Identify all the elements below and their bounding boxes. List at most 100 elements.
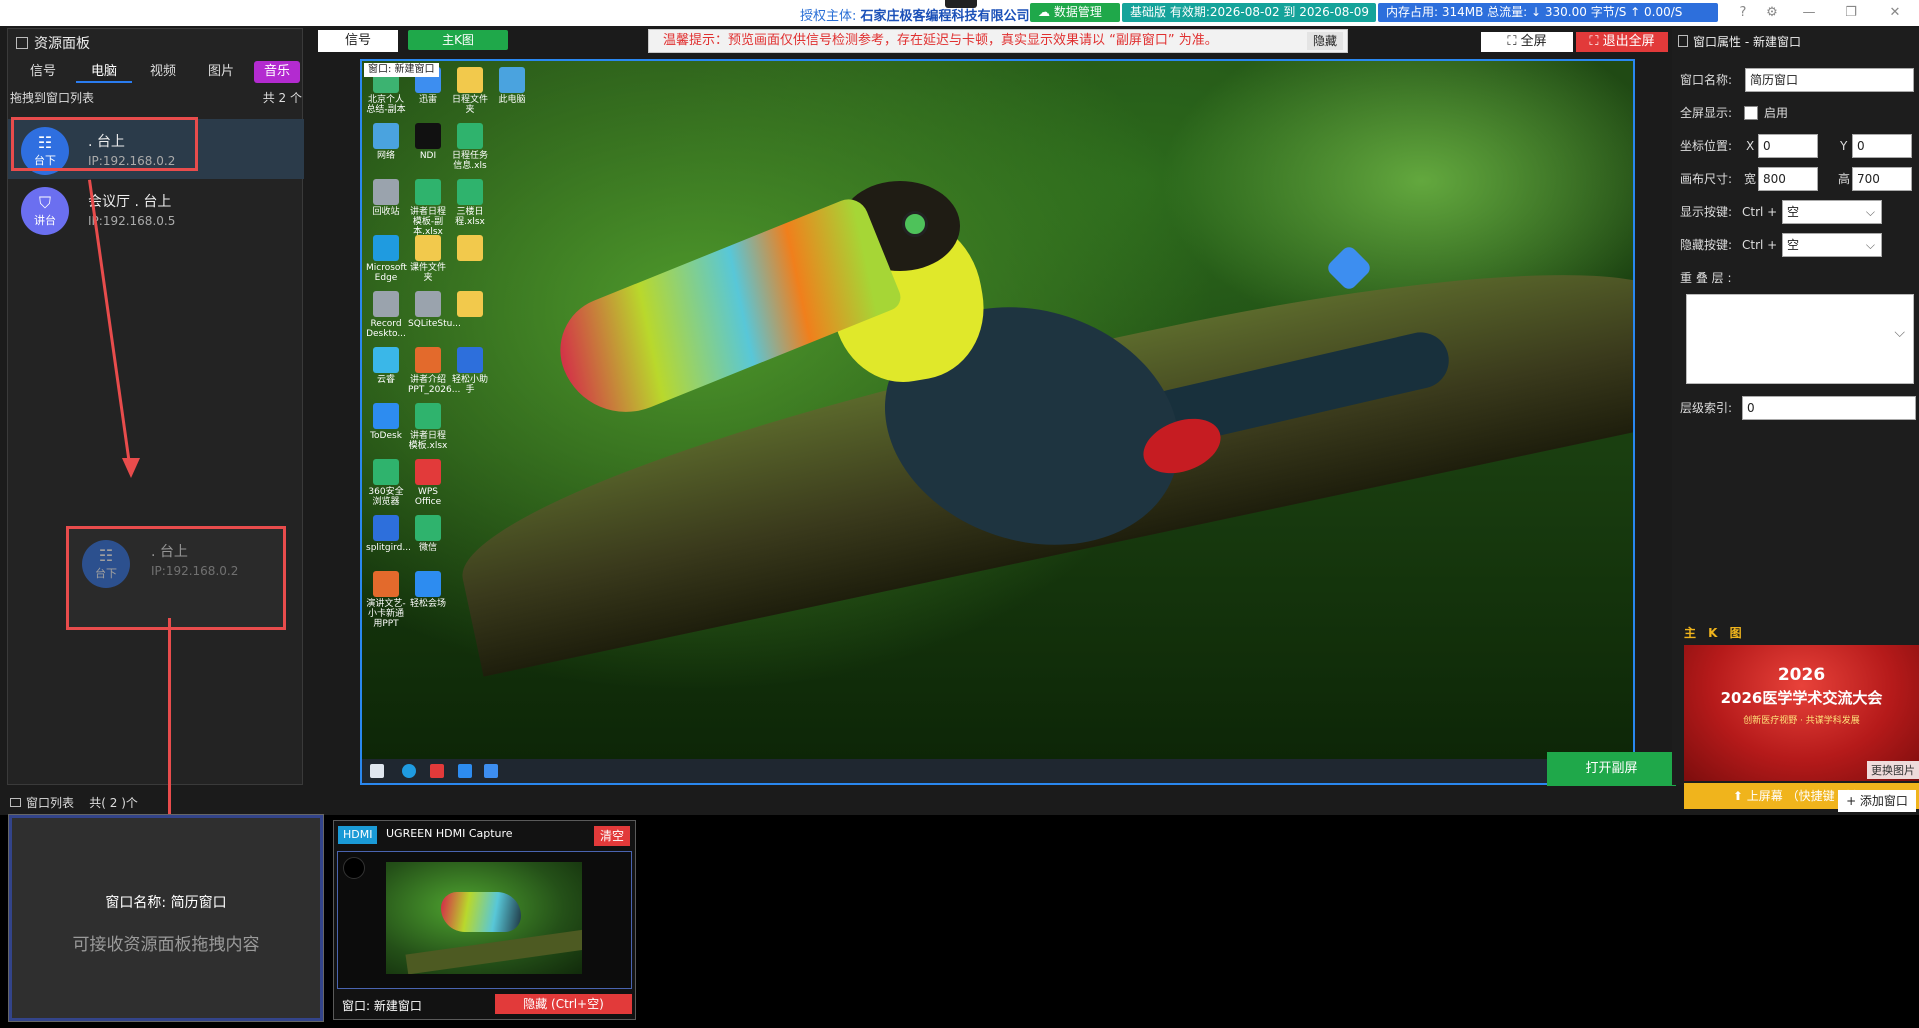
stats-badge: 内存占用: 314MB 总流量: ↓ 330.00 字节/S ↑ 0.00/S <box>1378 3 1718 22</box>
tab-music[interactable]: 音乐 <box>254 61 300 83</box>
restore-icon[interactable]: ❐ <box>1842 4 1860 22</box>
signal-button[interactable]: 信号 <box>318 30 398 52</box>
hide-key-select[interactable]: 空 <box>1782 233 1882 257</box>
hide-window-button[interactable]: 隐藏 (Ctrl+空) <box>495 994 632 1014</box>
desktop-icon-label: 微信 <box>418 543 437 553</box>
window-drop-card[interactable]: 窗口名称: 简历窗口 可接收资源面板拖拽内容 <box>8 814 324 1022</box>
desktop-icon[interactable]: 三楼日程.xlsx <box>450 179 490 227</box>
capture-device-name: UGREEN HDMI Capture <box>386 827 513 840</box>
desktop-icon-glyph <box>373 235 399 261</box>
desktop-icon[interactable]: 轻松小助手 <box>450 347 490 395</box>
resource-ip: IP:192.168.0.5 <box>88 214 176 228</box>
notice-text: 温馨提示：预览画面仅供信号检测参考，存在延迟与卡顿，真实显示效果请以 “副屏窗口… <box>663 33 1218 48</box>
desktop-icon[interactable]: Record Deskto... <box>366 291 406 339</box>
desktop-icon[interactable]: 演讲文艺-小卡新通用PPT <box>366 571 406 629</box>
tab-video[interactable]: 视频 <box>138 61 188 83</box>
data-management-button[interactable]: ☁ 数据管理 <box>1030 3 1120 22</box>
properties-icon <box>1678 35 1688 47</box>
kmap-button[interactable]: 主K图 <box>408 30 508 50</box>
desktop-icon-label: 课件文件夹 <box>409 263 446 283</box>
tab-computer[interactable]: 电脑 <box>76 61 132 83</box>
desktop-icon[interactable]: SQLiteStu... <box>408 291 461 329</box>
overlay-select[interactable] <box>1686 294 1914 384</box>
open-subscreen-button[interactable]: 打开副屏 <box>1547 752 1676 786</box>
height-input[interactable]: 700 <box>1852 167 1912 191</box>
desktop-icon-glyph <box>415 179 441 205</box>
desktop-icon-label: 此电脑 <box>498 95 526 105</box>
x-input[interactable]: 0 <box>1758 134 1818 158</box>
desktop-icon[interactable]: splitgird... <box>366 515 411 553</box>
grid-icon: ☷ <box>98 546 114 565</box>
signal-window-card[interactable]: HDMI UGREEN HDMI Capture 清空 窗口: 新建窗口 隐藏 … <box>333 820 636 1020</box>
desktop-icon-label: NDI <box>419 151 437 161</box>
resource-panel-title: 资源面板 <box>34 36 90 52</box>
fullscreen-button[interactable]: ⛶ 全屏 <box>1481 32 1573 52</box>
desktop-icon-glyph <box>415 403 441 429</box>
desktop-icon[interactable]: 讲者日程模板-副本.xlsx <box>408 179 448 237</box>
settings-icon[interactable]: ⚙ <box>1763 4 1781 22</box>
minimize-icon[interactable]: — <box>1800 4 1818 22</box>
properties-title: 窗口属性 - 新建窗口 <box>1693 35 1801 49</box>
add-window-button[interactable]: + 添加窗口 <box>1838 790 1916 812</box>
width-input[interactable]: 800 <box>1758 167 1818 191</box>
desktop-icon[interactable]: 网络 <box>366 123 406 161</box>
tab-image[interactable]: 图片 <box>196 61 246 83</box>
clear-button[interactable]: 清空 <box>593 826 630 846</box>
desktop-icon[interactable]: 日程文件夹 <box>450 67 490 115</box>
desktop-icon[interactable]: 讲者介绍PPT_2026... <box>408 347 460 395</box>
desktop-icon[interactable] <box>450 235 490 263</box>
window-list-label-group: 窗口列表 共( 2 )个 <box>10 794 138 811</box>
z-index-input[interactable]: 0 <box>1742 396 1916 420</box>
overlay-label: 重 叠 层 : <box>1680 271 1732 285</box>
fullscreen-checkbox[interactable] <box>1744 106 1758 120</box>
license-info: 授权主体: 石家庄极客编程科技有限公司 <box>800 5 1030 24</box>
desktop-icon-label: 日程文件夹 <box>451 95 488 115</box>
change-image-button[interactable]: 更换图片 <box>1867 761 1919 779</box>
ghost-avatar: ☷ 台下 <box>82 540 130 588</box>
desktop-icon[interactable]: 回收站 <box>366 179 406 217</box>
desktop-icon[interactable]: 课件文件夹 <box>408 235 448 283</box>
desktop-icon[interactable]: 此电脑 <box>492 67 532 105</box>
exit-fullscreen-button[interactable]: ⛶ 退出全屏 <box>1576 32 1668 52</box>
y-input[interactable]: 0 <box>1852 134 1912 158</box>
notice-hide-button[interactable]: 隐藏 <box>1306 32 1343 50</box>
desktop-icon[interactable]: 轻松会场 <box>408 571 448 609</box>
resource-panel: 资源面板 信号 电脑 视频 图片 音乐 拖拽到窗口列表 共 2 个 ☷ 台下 .… <box>7 28 304 785</box>
desktop-icon[interactable]: ToDesk <box>366 403 406 441</box>
drag-arrow-head <box>122 458 140 478</box>
drag-ghost-item: ☷ 台下 . 台上 IP:192.168.0.2 <box>66 526 286 630</box>
floating-app-icon[interactable] <box>1324 243 1374 293</box>
desktop-icon[interactable] <box>450 291 490 319</box>
show-key-select[interactable]: 空 <box>1782 200 1882 224</box>
edition-badge: 基础版 有效期:2026-08-02 到 2026-08-09 <box>1122 3 1376 22</box>
desktop-icon-glyph <box>457 235 483 261</box>
window-list-count: 共( 2 )个 <box>89 796 138 810</box>
window-name-input[interactable]: 简历窗口 <box>1745 68 1914 92</box>
close-icon[interactable]: ✕ <box>1886 4 1904 22</box>
desktop-icon[interactable]: 讲者日程模板.xlsx <box>408 403 448 451</box>
desktop-icon[interactable]: 日程任务信息.xls <box>450 123 490 171</box>
thumb-branch <box>405 929 582 974</box>
desktop-icon[interactable]: 云睿 <box>366 347 406 385</box>
desktop-icon-glyph <box>373 123 399 149</box>
preview-toolbar: 信号 主K图 温馨提示：预览画面仅供信号检测参考，存在延迟与卡顿，真实显示效果请… <box>318 28 1668 54</box>
desktop-icon-label: 360安全浏览器 <box>368 487 404 507</box>
tab-signal[interactable]: 信号 <box>18 61 68 83</box>
panel-icon <box>16 37 28 49</box>
desktop-icon-glyph <box>373 291 399 317</box>
desktop-icon[interactable]: 360安全浏览器 <box>366 459 406 507</box>
help-icon[interactable]: ? <box>1734 4 1752 22</box>
ghost-avatar-badge: 台下 <box>95 567 117 580</box>
desktop-icon[interactable]: NDI <box>408 123 448 161</box>
desktop-icon-label: WPS Office <box>414 487 442 507</box>
desktop-icon[interactable]: WPS Office <box>408 459 448 507</box>
window-card-name: 窗口名称: 简历窗口 <box>105 895 227 911</box>
wps-icon <box>430 764 444 778</box>
resource-item[interactable]: ⛉ 讲台 会议厅 . 台上 IP:192.168.0.5 <box>8 179 304 239</box>
desktop-icon[interactable]: Microsoft Edge <box>366 235 407 283</box>
desktop-icon[interactable]: 微信 <box>408 515 448 553</box>
preview-screen[interactable]: 北京个人总结-副本 迅雷 日程文件夹 此电脑 网络 NDI 日程任务信息.xls 回收站 讲者日… <box>360 59 1635 785</box>
signal-thumbnail-frame <box>337 851 632 989</box>
fullscreen-label: 全屏显示: <box>1680 106 1733 120</box>
ghost-ip: IP:192.168.0.2 <box>151 564 239 578</box>
